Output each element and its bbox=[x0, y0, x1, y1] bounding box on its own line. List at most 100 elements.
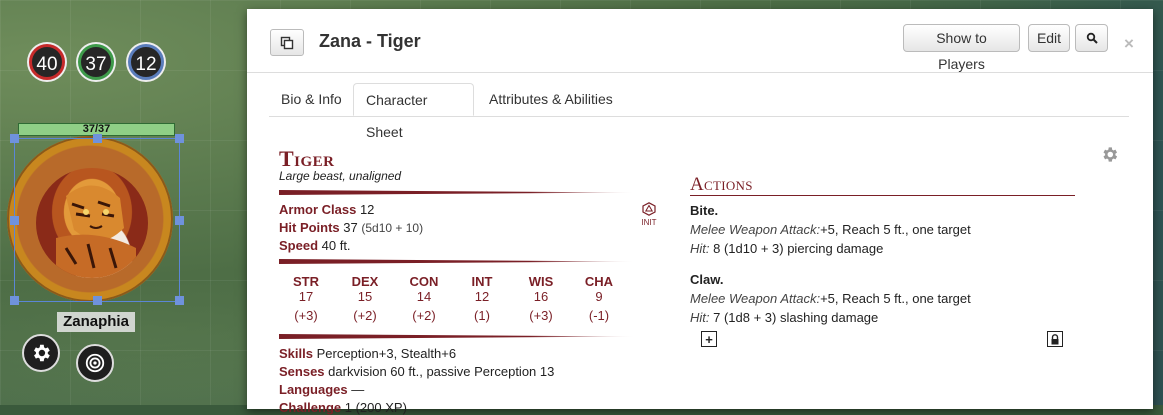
ability-mod: (+3) bbox=[294, 308, 318, 323]
hit-points-line: Hit Points 37 (5d10 + 10) bbox=[279, 220, 423, 235]
resize-handle[interactable] bbox=[10, 296, 19, 305]
ability-mod: (+2) bbox=[353, 308, 377, 323]
resize-handle[interactable] bbox=[10, 134, 19, 143]
ability-score: 14 bbox=[416, 289, 432, 304]
challenge-label: Challenge bbox=[279, 400, 342, 415]
initiative-button[interactable]: INIT bbox=[640, 202, 658, 227]
lock-icon bbox=[1051, 333, 1059, 344]
token-settings-button[interactable] bbox=[22, 334, 60, 372]
character-dialog: Zana - Tiger Show to Players Edit × Bio … bbox=[247, 9, 1153, 415]
bar2-chip[interactable]: 37 bbox=[78, 44, 114, 80]
d20-icon bbox=[642, 202, 656, 216]
hit-text: 7 (1d8 + 3) slashing damage bbox=[713, 310, 879, 325]
ability-con[interactable]: CON 14 (+2) bbox=[402, 274, 446, 323]
senses-value: darkvision 60 ft., passive Perception 13 bbox=[328, 364, 555, 379]
dialog-title: Zana - Tiger bbox=[319, 31, 421, 51]
ability-int[interactable]: INT 12 (1) bbox=[460, 274, 504, 323]
target-icon bbox=[85, 353, 105, 373]
ability-score: 15 bbox=[357, 289, 373, 304]
close-icon[interactable]: × bbox=[1124, 34, 1134, 54]
dialog-tabs: Bio & Info Character Sheet Attributes & … bbox=[269, 83, 1129, 140]
ability-mod: (1) bbox=[474, 308, 490, 323]
resize-handle[interactable] bbox=[93, 296, 102, 305]
token-selection-box bbox=[10, 134, 184, 305]
ability-score: 9 bbox=[595, 289, 603, 304]
ability-dex[interactable]: DEX 15 (+2) bbox=[343, 274, 387, 323]
resize-handle[interactable] bbox=[93, 134, 102, 143]
languages-label: Languages bbox=[279, 382, 348, 397]
token-nameplate: Zanaphia bbox=[57, 312, 135, 332]
senses-label: Senses bbox=[279, 364, 325, 379]
ability-cha[interactable]: CHA 9 (-1) bbox=[577, 274, 621, 323]
lock-button[interactable] bbox=[1047, 331, 1063, 347]
add-action-button[interactable]: + bbox=[701, 331, 717, 347]
action-hit-line[interactable]: Hit: 8 (1d10 + 3) piercing damage bbox=[690, 241, 971, 256]
challenge-line: Challenge 1 (200 XP) bbox=[279, 400, 407, 415]
bar3-chip[interactable]: 12 bbox=[128, 44, 164, 80]
resize-handle[interactable] bbox=[175, 134, 184, 143]
init-label: INIT bbox=[641, 218, 657, 227]
action-bite[interactable]: Bite. Melee Weapon Attack:+5, Reach 5 ft… bbox=[690, 203, 971, 256]
resize-handle[interactable] bbox=[175, 296, 184, 305]
sheet-settings-button[interactable] bbox=[1100, 145, 1119, 169]
armor-class-label: Armor Class bbox=[279, 202, 357, 217]
monster-type: Large beast, unaligned bbox=[279, 169, 402, 183]
hit-text: 8 (1d10 + 3) piercing damage bbox=[713, 241, 884, 256]
ability-wis[interactable]: WIS 16 (+3) bbox=[519, 274, 563, 323]
skills-label: Skills bbox=[279, 346, 313, 361]
bar1-chip[interactable]: 40 bbox=[29, 44, 65, 80]
search-button[interactable] bbox=[1075, 24, 1108, 52]
ability-str[interactable]: STR 17 (+3) bbox=[284, 274, 328, 323]
popout-button[interactable] bbox=[270, 29, 304, 56]
gear-icon bbox=[1103, 147, 1118, 162]
ability-mod: (-1) bbox=[588, 308, 610, 323]
hit-label: Hit: bbox=[690, 241, 710, 256]
tab-character-sheet[interactable]: Character Sheet bbox=[353, 83, 474, 140]
ability-name: WIS bbox=[528, 274, 554, 289]
ability-name: STR bbox=[293, 274, 319, 289]
action-claw[interactable]: Claw. Melee Weapon Attack:+5, Reach 5 ft… bbox=[690, 272, 971, 325]
resize-handle[interactable] bbox=[175, 216, 184, 225]
ability-name: CON bbox=[409, 274, 439, 289]
divider bbox=[279, 259, 637, 264]
token-aura-button[interactable] bbox=[76, 344, 114, 382]
challenge-value: 1 (200 XP) bbox=[344, 400, 407, 415]
action-attack-line[interactable]: Melee Weapon Attack:+5, Reach 5 ft., one… bbox=[690, 222, 971, 237]
search-icon bbox=[1086, 32, 1098, 44]
actions-divider bbox=[690, 195, 1075, 196]
hit-points-formula[interactable]: (5d10 + 10) bbox=[361, 221, 423, 235]
ability-name: INT bbox=[471, 274, 493, 289]
speed-line: Speed 40 ft. bbox=[279, 238, 351, 253]
speed-label: Speed bbox=[279, 238, 319, 253]
hit-points-value[interactable]: 37 bbox=[343, 220, 357, 235]
dialog-header: Zana - Tiger Show to Players Edit × bbox=[247, 9, 1153, 73]
ability-score: 17 bbox=[298, 289, 314, 304]
show-to-players-button[interactable]: Show to Players bbox=[903, 24, 1020, 72]
hit-points-label: Hit Points bbox=[279, 220, 340, 235]
gear-icon bbox=[34, 344, 50, 362]
resize-handle[interactable] bbox=[10, 216, 19, 225]
hit-label: Hit: bbox=[690, 310, 710, 325]
ability-score: 16 bbox=[533, 289, 549, 304]
languages-value: — bbox=[351, 382, 365, 397]
senses-line: Senses darkvision 60 ft., passive Percep… bbox=[279, 364, 554, 379]
armor-class-line: Armor Class 12 bbox=[279, 202, 374, 217]
divider bbox=[279, 190, 637, 195]
skills-value[interactable]: Perception+3, Stealth+6 bbox=[317, 346, 457, 361]
ability-mod: (+2) bbox=[412, 308, 436, 323]
action-attack-line[interactable]: Melee Weapon Attack:+5, Reach 5 ft., one… bbox=[690, 291, 971, 306]
attack-type: Melee Weapon Attack: bbox=[690, 222, 821, 237]
action-name[interactable]: Claw. bbox=[690, 272, 971, 287]
tab-attributes-abilities[interactable]: Attributes & Abilities bbox=[477, 83, 625, 116]
ability-name: CHA bbox=[584, 274, 614, 289]
ability-name: DEX bbox=[351, 274, 379, 289]
languages-line: Languages — bbox=[279, 382, 364, 397]
tab-bio-info[interactable]: Bio & Info bbox=[269, 83, 354, 116]
speed-value: 40 ft. bbox=[321, 238, 351, 253]
attack-details: +5, Reach 5 ft., one target bbox=[820, 222, 971, 237]
action-name[interactable]: Bite. bbox=[690, 203, 971, 218]
divider bbox=[279, 334, 637, 339]
action-hit-line[interactable]: Hit: 7 (1d8 + 3) slashing damage bbox=[690, 310, 971, 325]
edit-button[interactable]: Edit bbox=[1028, 24, 1070, 52]
ability-mod: (+3) bbox=[529, 308, 553, 323]
